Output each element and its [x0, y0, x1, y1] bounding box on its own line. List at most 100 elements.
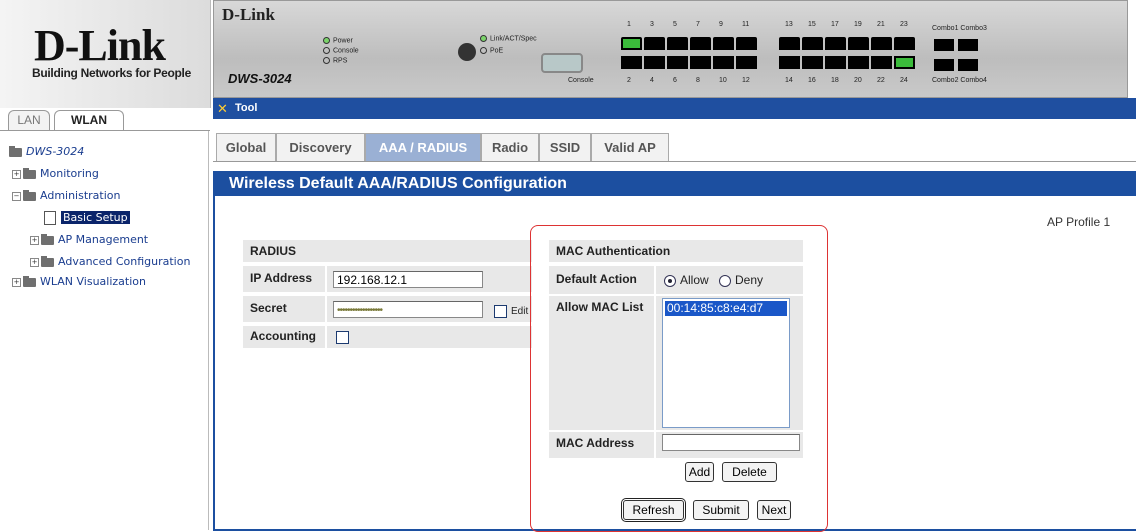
console-label: Console	[568, 77, 594, 84]
edit-checkbox[interactable]	[494, 305, 507, 318]
tab-discovery[interactable]: Discovery	[276, 133, 365, 161]
port-number: 5	[673, 21, 677, 28]
ethernet-port	[736, 37, 757, 50]
expand-plus-icon[interactable]: +	[12, 169, 21, 179]
ethernet-port	[894, 37, 915, 50]
dlink-logo: D-Link	[34, 21, 166, 70]
ethernet-port	[825, 37, 846, 50]
tab-global[interactable]: Global	[216, 133, 276, 161]
accounting-cell	[327, 326, 532, 348]
tool-icon[interactable]: ✕	[217, 101, 228, 117]
nav-tabs: LAN WLAN	[0, 108, 210, 131]
page-icon	[44, 211, 56, 225]
tree-wlan-visualization-label: WLAN Visualization	[40, 275, 146, 288]
tree-item-administration[interactable]: − Administration	[12, 188, 121, 204]
tab-wlan[interactable]: WLAN	[54, 110, 124, 130]
ethernet-port	[871, 37, 892, 50]
tree-item-monitoring[interactable]: + Monitoring	[12, 166, 99, 182]
led-poe: PoE	[480, 47, 503, 54]
ethernet-port	[825, 56, 846, 69]
ethernet-port	[690, 37, 711, 50]
ethernet-port	[802, 37, 823, 50]
ethernet-port	[894, 56, 915, 69]
refresh-button[interactable]: Refresh	[623, 500, 684, 520]
port-number: 21	[877, 21, 885, 28]
tree-item-root[interactable]: DWS-3024	[9, 144, 84, 160]
device-model: DWS-3024	[228, 71, 292, 86]
mac-address-label: MAC Address	[549, 432, 654, 458]
next-button[interactable]: Next	[757, 500, 791, 520]
combo-port	[934, 59, 954, 71]
port-number: 10	[719, 77, 727, 84]
combo-bottom-label: Combo2 Combo4	[932, 77, 987, 84]
tree-administration-label: Administration	[40, 189, 121, 202]
combo-port	[958, 39, 978, 51]
ethernet-port	[644, 37, 665, 50]
port-number: 7	[696, 21, 700, 28]
submit-button[interactable]: Submit	[693, 500, 749, 520]
tree-item-wlan-visualization[interactable]: + WLAN Visualization	[12, 274, 146, 290]
ethernet-port	[621, 56, 642, 69]
tool-menu[interactable]: Tool	[235, 102, 257, 114]
led-rps: RPS	[323, 57, 347, 64]
radio-deny-icon[interactable]	[719, 274, 731, 287]
brand-logo-area: D-Link Building Networks for People	[0, 0, 211, 108]
ethernet-port	[621, 37, 642, 50]
radio-deny[interactable]: Deny	[719, 273, 763, 287]
radio-allow-icon[interactable]	[664, 274, 676, 287]
config-tabs: Global Discovery AAA / RADIUS Radio SSID…	[213, 130, 1136, 162]
allow-mac-listbox[interactable]: 00:14:85:c8:e4:d7	[662, 298, 790, 428]
tree-item-basic-setup[interactable]: Basic Setup	[44, 210, 130, 226]
ethernet-port	[644, 56, 665, 69]
ap-profile-label: AP Profile 1	[1047, 215, 1111, 229]
collapse-minus-icon[interactable]: −	[12, 191, 21, 201]
led-power: Power	[323, 37, 353, 44]
radio-allow[interactable]: Allow	[664, 273, 709, 287]
tree-root-label: DWS-3024	[26, 145, 85, 158]
led-console: Console	[323, 47, 359, 54]
led-link-act: Link/ACT/Spec	[480, 35, 537, 42]
port-number: 3	[650, 21, 654, 28]
port-number: 22	[877, 77, 885, 84]
tab-ssid[interactable]: SSID	[539, 133, 591, 161]
tree-item-ap-management[interactable]: + AP Management	[30, 232, 148, 248]
accounting-checkbox[interactable]	[336, 331, 349, 344]
ethernet-port	[779, 56, 800, 69]
ip-address-input[interactable]: 192.168.12.1	[333, 271, 483, 288]
combo-port	[958, 59, 978, 71]
port-number: 17	[831, 21, 839, 28]
tree-item-advanced-configuration[interactable]: + Advanced Configuration	[30, 254, 190, 270]
port-number: 13	[785, 21, 793, 28]
folder-icon	[41, 233, 54, 245]
tree-ap-management-label: AP Management	[58, 233, 149, 246]
expand-plus-icon[interactable]: +	[30, 235, 39, 245]
device-front-panel: D-Link DWS-3024 Power Console RPS Link/A…	[213, 0, 1128, 98]
device-logo: D-Link	[222, 5, 275, 24]
expand-plus-icon[interactable]: +	[12, 277, 21, 287]
tab-valid-ap[interactable]: Valid AP	[591, 133, 669, 161]
console-port-icon	[541, 53, 583, 73]
secret-input[interactable]: ••••••••••••••••••	[333, 301, 483, 318]
tab-radio[interactable]: Radio	[481, 133, 539, 161]
add-button[interactable]: Add	[685, 462, 714, 482]
port-number: 1	[627, 21, 631, 28]
ethernet-port	[779, 37, 800, 50]
tab-aaa-radius[interactable]: AAA / RADIUS	[365, 133, 481, 161]
delete-button[interactable]: Delete	[722, 462, 777, 482]
reset-knob-icon	[458, 43, 476, 61]
ethernet-port	[871, 56, 892, 69]
tab-lan[interactable]: LAN	[8, 110, 50, 130]
ethernet-port	[848, 37, 869, 50]
edit-label: Edit	[511, 306, 529, 317]
page-title: Wireless Default AAA/RADIUS Configuratio…	[229, 175, 567, 192]
expand-plus-icon[interactable]: +	[30, 257, 39, 267]
ethernet-port	[736, 56, 757, 69]
mac-list-item[interactable]: 00:14:85:c8:e4:d7	[665, 301, 787, 316]
ethernet-port	[848, 56, 869, 69]
mac-address-input[interactable]	[662, 434, 800, 451]
port-number: 4	[650, 77, 654, 84]
radio-allow-label: Allow	[680, 273, 709, 287]
ethernet-port	[802, 56, 823, 69]
accounting-label: Accounting	[243, 326, 325, 348]
port-number: 19	[854, 21, 862, 28]
